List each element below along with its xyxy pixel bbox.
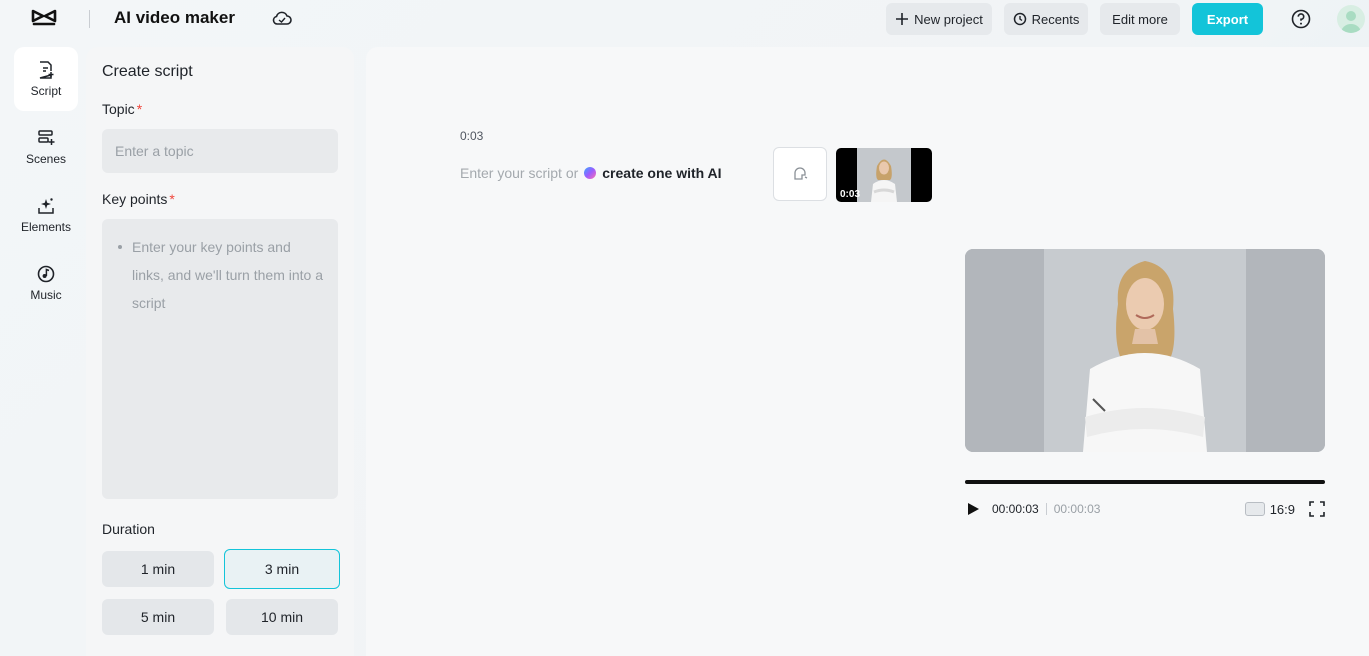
script-input[interactable]: Enter your script or create one with AI	[460, 165, 722, 181]
create-with-ai-link[interactable]: create one with AI	[602, 165, 721, 181]
play-icon[interactable]	[965, 501, 981, 517]
bullet-dot	[118, 245, 122, 249]
rail-item-elements[interactable]: Elements	[14, 183, 78, 247]
rail-item-music[interactable]: Music	[14, 251, 78, 315]
scene-time: 0:03	[460, 129, 484, 143]
duration-10-min-button[interactable]: 10 min	[226, 599, 338, 635]
editor-area: 0:03 Enter your script or create one wit…	[366, 47, 1369, 656]
key-points-label-text: Key points	[102, 191, 168, 207]
duration-5-min-button[interactable]: 5 min	[102, 599, 214, 635]
avatar[interactable]	[1337, 5, 1365, 33]
panel-title: Create script	[102, 63, 193, 80]
thumbnail-image	[857, 148, 911, 202]
app-title: AI video maker	[114, 8, 235, 27]
video-preview[interactable]	[965, 249, 1325, 452]
script-icon	[39, 61, 54, 79]
duration-3-min-button[interactable]: 3 min	[224, 549, 340, 589]
person-figure-icon	[857, 148, 911, 202]
playback-progress-bar[interactable]	[965, 480, 1325, 484]
script-placeholder: Enter your script or	[460, 165, 579, 181]
key-points-input[interactable]: Enter your key points and links, and we'…	[102, 219, 338, 499]
edit-more-button[interactable]: Edit more	[1100, 3, 1180, 35]
header-divider	[89, 10, 90, 28]
rail-label-scenes: Scenes	[25, 152, 67, 166]
cloud-icon[interactable]	[271, 8, 293, 28]
plus-icon	[896, 13, 909, 25]
duration-1-min-button[interactable]: 1 min	[102, 551, 214, 587]
key-points-placeholder: Enter your key points and links, and we'…	[118, 233, 324, 317]
duration-label: Duration	[102, 521, 155, 537]
rail-item-scenes[interactable]: Scenes	[14, 115, 78, 179]
new-project-label: New project	[914, 11, 983, 27]
top-bar: AI video maker New project Recents Edit …	[0, 0, 1369, 38]
rail-label-music: Music	[30, 288, 62, 302]
recents-label: Recents	[1031, 11, 1080, 27]
voice-icon	[794, 167, 808, 180]
required-mark: *	[136, 101, 143, 117]
clock-icon	[1013, 12, 1026, 26]
help-icon[interactable]	[1290, 8, 1312, 30]
music-icon	[37, 265, 55, 283]
export-label: Export	[1206, 11, 1249, 27]
scenes-icon	[38, 130, 55, 145]
export-button[interactable]: Export	[1192, 3, 1263, 35]
time-separator	[1045, 503, 1047, 515]
player-controls: 00:00:03 00:00:03 16:9	[965, 499, 1325, 519]
user-avatar-icon	[1341, 11, 1361, 33]
fullscreen-icon[interactable]	[1309, 501, 1325, 517]
voice-button[interactable]	[773, 147, 827, 201]
rail-label-script: Script	[30, 84, 62, 98]
topic-input[interactable]	[102, 129, 338, 173]
new-project-button[interactable]: New project	[886, 3, 992, 35]
aspect-ratio-label[interactable]: 16:9	[1270, 502, 1295, 517]
elements-icon	[38, 198, 54, 214]
recents-button[interactable]: Recents	[1004, 3, 1088, 35]
preview-image	[965, 249, 1325, 452]
topic-label-text: Topic	[102, 101, 135, 117]
ai-sparkle-icon	[584, 167, 597, 179]
rail-item-script[interactable]: Script	[14, 47, 78, 111]
scene-thumbnail[interactable]: 0:03	[836, 148, 932, 202]
rail-label-elements: Elements	[20, 220, 72, 234]
required-mark: *	[169, 191, 175, 207]
total-time: 00:00:03	[1053, 502, 1101, 516]
capcut-logo-icon[interactable]	[31, 7, 57, 29]
key-points-label: Key points *	[102, 191, 175, 207]
thumbnail-time: 0:03	[840, 189, 861, 200]
create-script-panel: Create script Topic* Key points* Enter y…	[86, 47, 354, 656]
aspect-ratio-icon[interactable]	[1244, 502, 1265, 516]
key-points-placeholder-text: Enter your key points and links, and we'…	[132, 239, 323, 311]
current-time: 00:00:03	[992, 502, 1039, 516]
edit-more-label: Edit more	[1112, 11, 1168, 27]
topic-label: Topic *	[102, 101, 142, 117]
